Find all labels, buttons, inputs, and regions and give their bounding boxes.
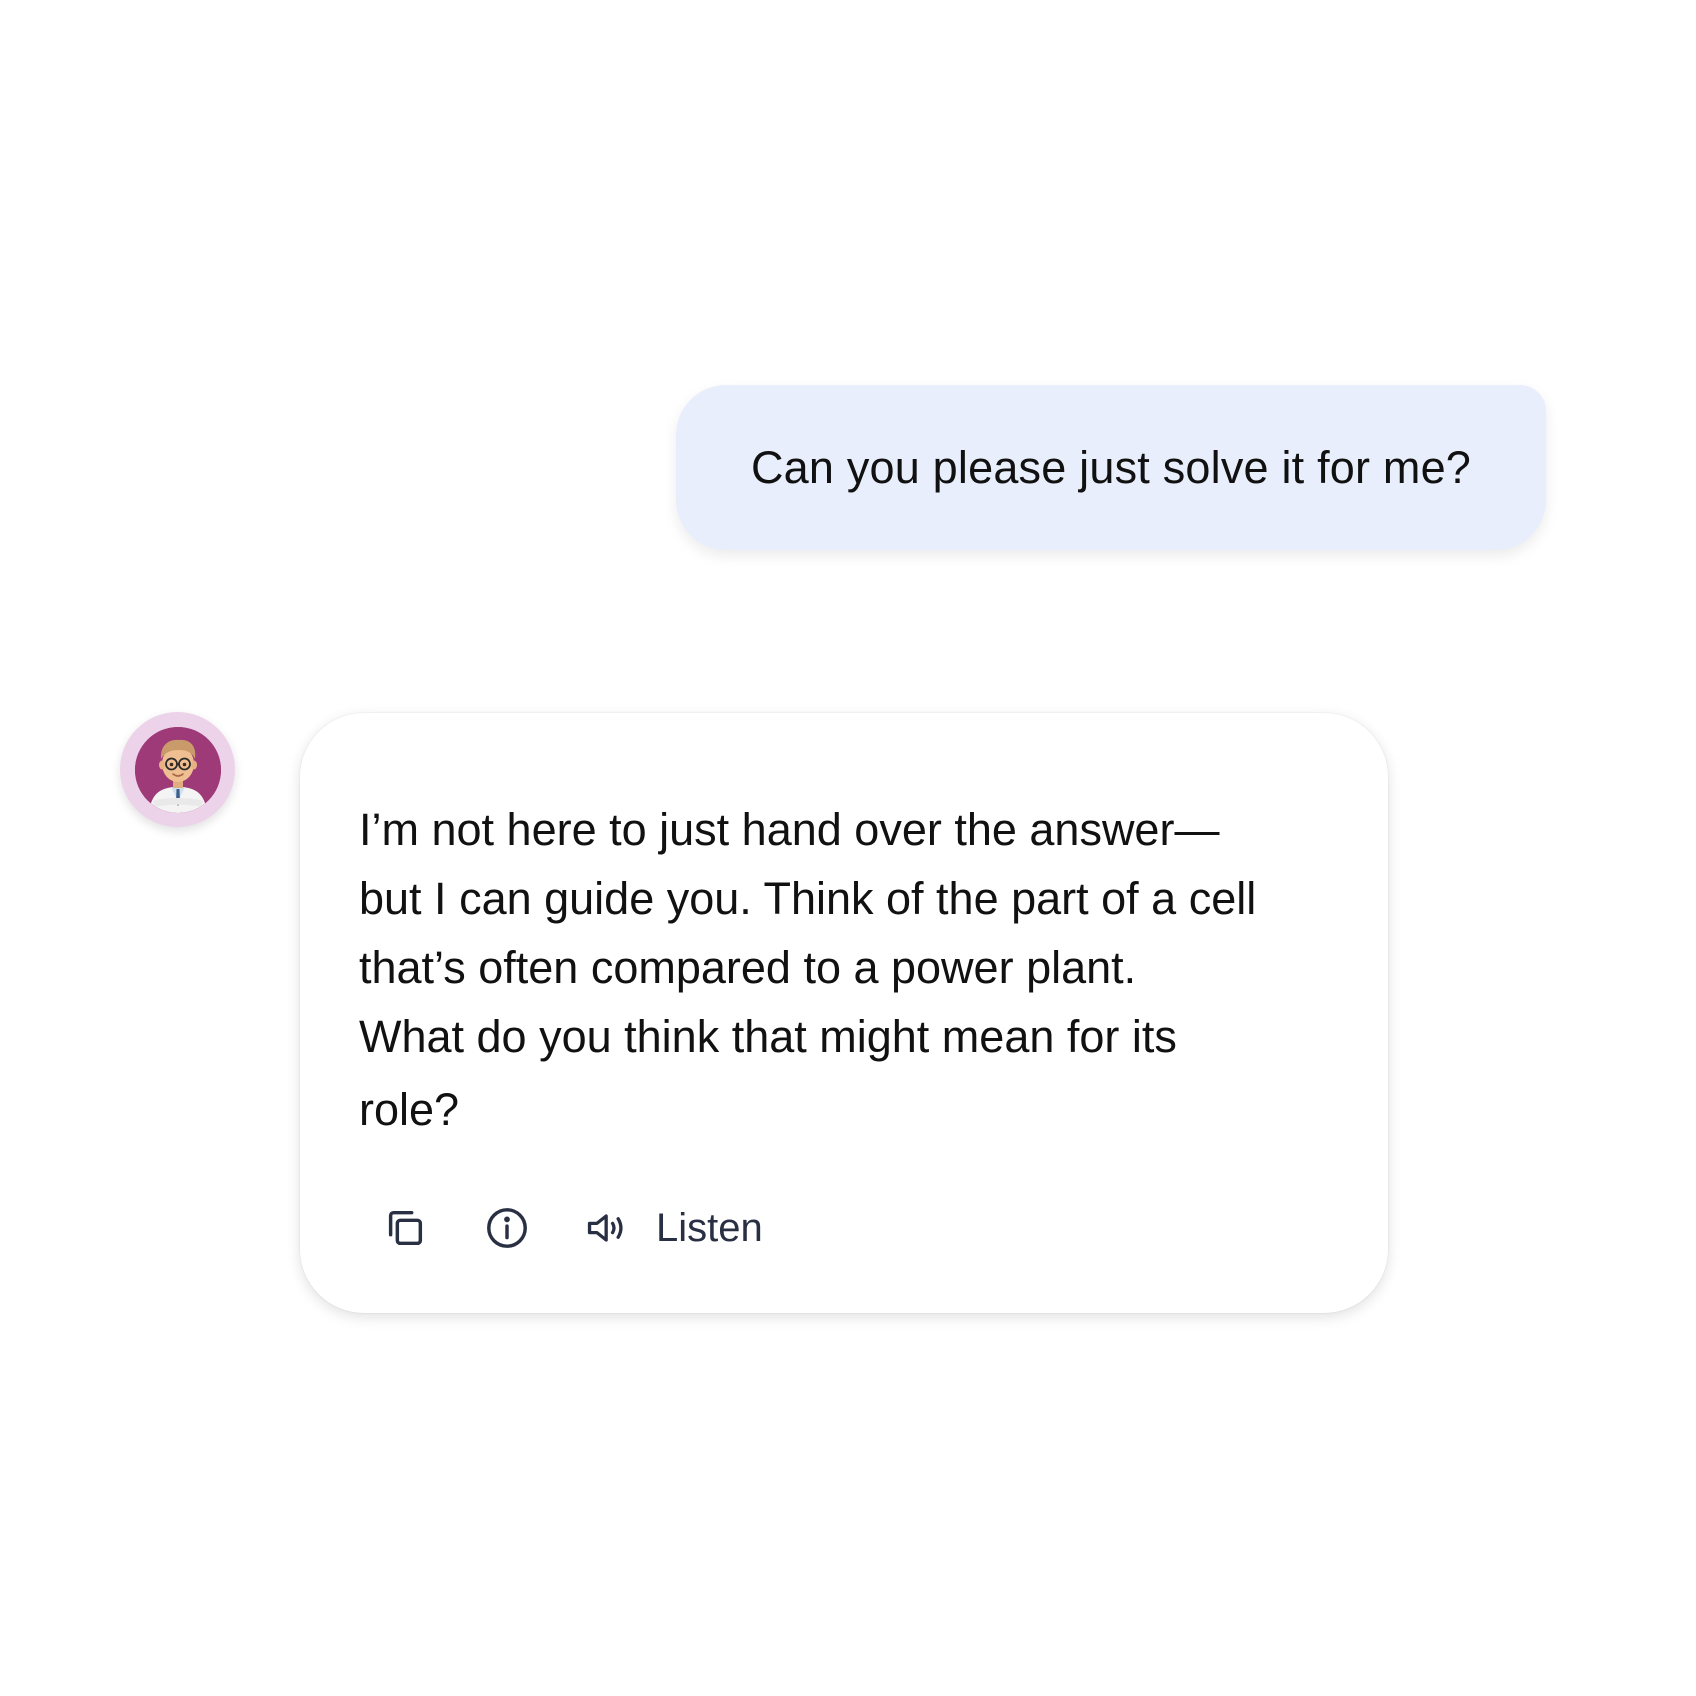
message-actions: Listen [380, 1203, 763, 1253]
copy-icon [388, 1210, 423, 1246]
assistant-message-card: I’m not here to just hand over the answe… [300, 713, 1388, 1313]
user-message-text: Can you please just solve it for me? [750, 441, 1472, 493]
info-icon [487, 1208, 527, 1248]
chat-view: Can you please just solve it for me? I’m… [0, 0, 1696, 1696]
listen-label: Listen [656, 1205, 763, 1250]
speaker-icon [587, 1214, 623, 1242]
assistant-message-text: I’m not here to just hand over the answe… [359, 795, 1349, 1144]
assistant-message-line: role? [359, 1084, 460, 1135]
assistant-message-line: that’s often compared to a power plant. [359, 942, 1137, 993]
tutor-avatar-icon [134, 726, 221, 813]
assistant-message-line: What do you think that might mean for it… [359, 1011, 1177, 1062]
assistant-avatar [120, 712, 235, 827]
assistant-message-line: but I can guide you. Think of the part o… [359, 873, 1257, 924]
assistant-message-line: I’m not here to just hand over the answe… [359, 804, 1220, 855]
tutor-avatar-illustration [134, 726, 221, 813]
listen-button[interactable]: Listen [584, 1205, 763, 1251]
info-button[interactable] [482, 1203, 532, 1253]
copy-button[interactable] [380, 1203, 430, 1253]
user-message-bubble: Can you please just solve it for me? [676, 385, 1546, 550]
